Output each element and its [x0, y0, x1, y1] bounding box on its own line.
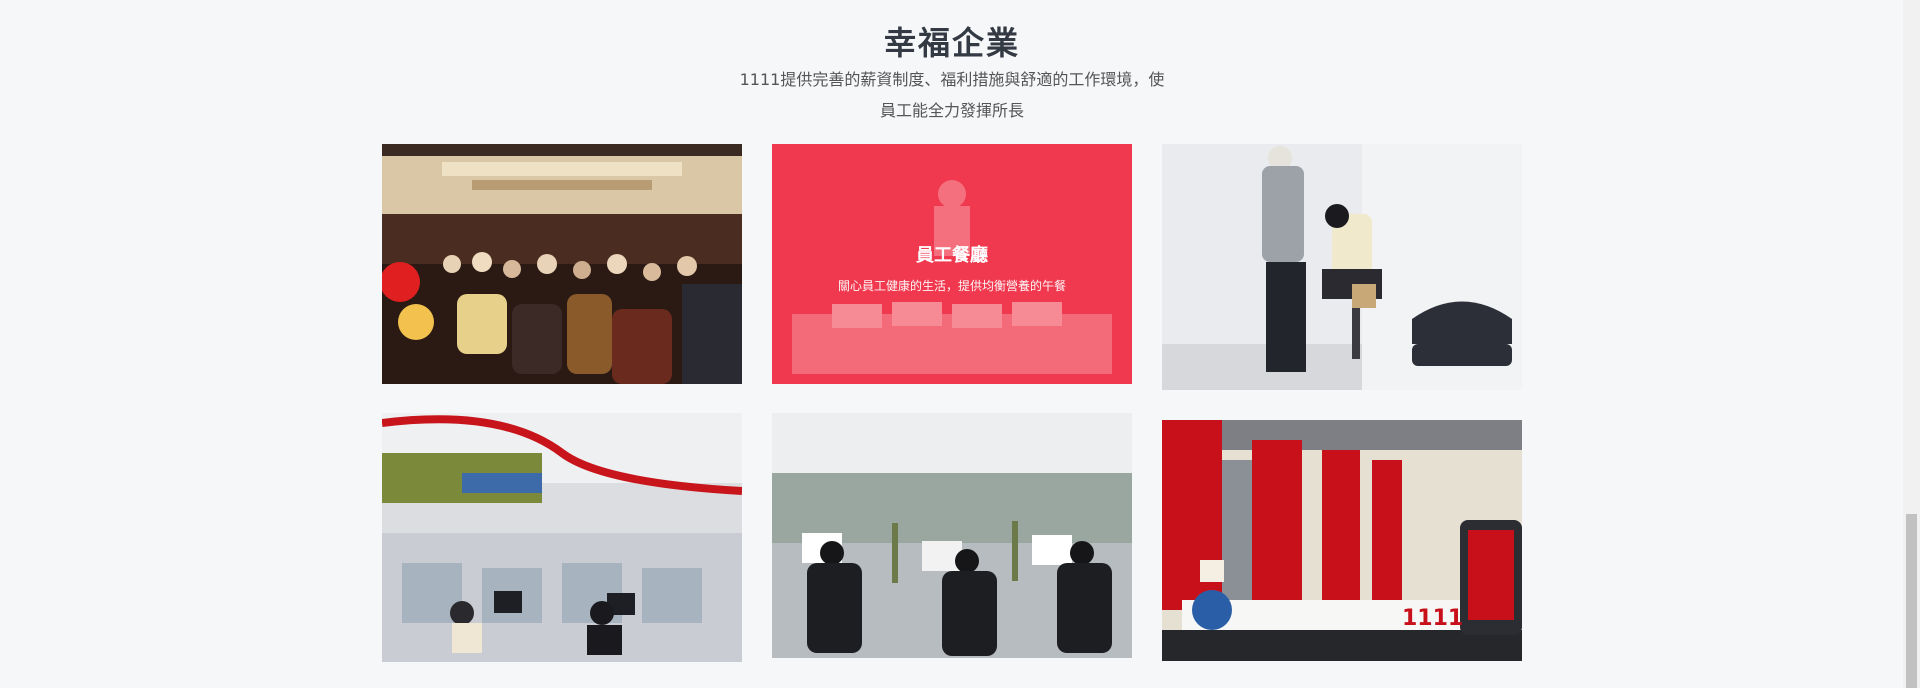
section-description: 1111提供完善的薪資制度、福利措施與舒適的工作環境，使 員工能全力發揮所長 — [0, 64, 1904, 126]
canteen-overlay: 員工餐廳 關心員工健康的生活，提供均衡營養的午餐 — [772, 144, 1132, 384]
lobby-logo-text: 1111 — [1402, 606, 1463, 631]
reception-lobby-photo[interactable]: 1111 — [1162, 420, 1522, 661]
canteen-subtitle: 關心員工健康的生活，提供均衡營養的午餐 — [837, 278, 1066, 293]
massage-service-photo[interactable] — [1162, 144, 1522, 390]
section-description-line-2: 員工能全力發揮所長 — [879, 101, 1024, 120]
scrollbar-thumb[interactable] — [1906, 514, 1917, 688]
section-title: 幸福企業 — [883, 24, 1020, 62]
call-center-photo[interactable] — [772, 413, 1132, 658]
canteen-title: 員工餐廳 — [916, 244, 988, 266]
scrollbar-track[interactable] — [1903, 0, 1920, 688]
year-end-party-photo[interactable] — [382, 144, 742, 384]
office-area-photo[interactable] — [382, 413, 742, 662]
section-description-line-1: 1111提供完善的薪資制度、福利措施與舒適的工作環境，使 — [739, 70, 1165, 89]
staff-canteen-card[interactable]: 員工餐廳 關心員工健康的生活，提供均衡營養的午餐 — [772, 144, 1132, 384]
